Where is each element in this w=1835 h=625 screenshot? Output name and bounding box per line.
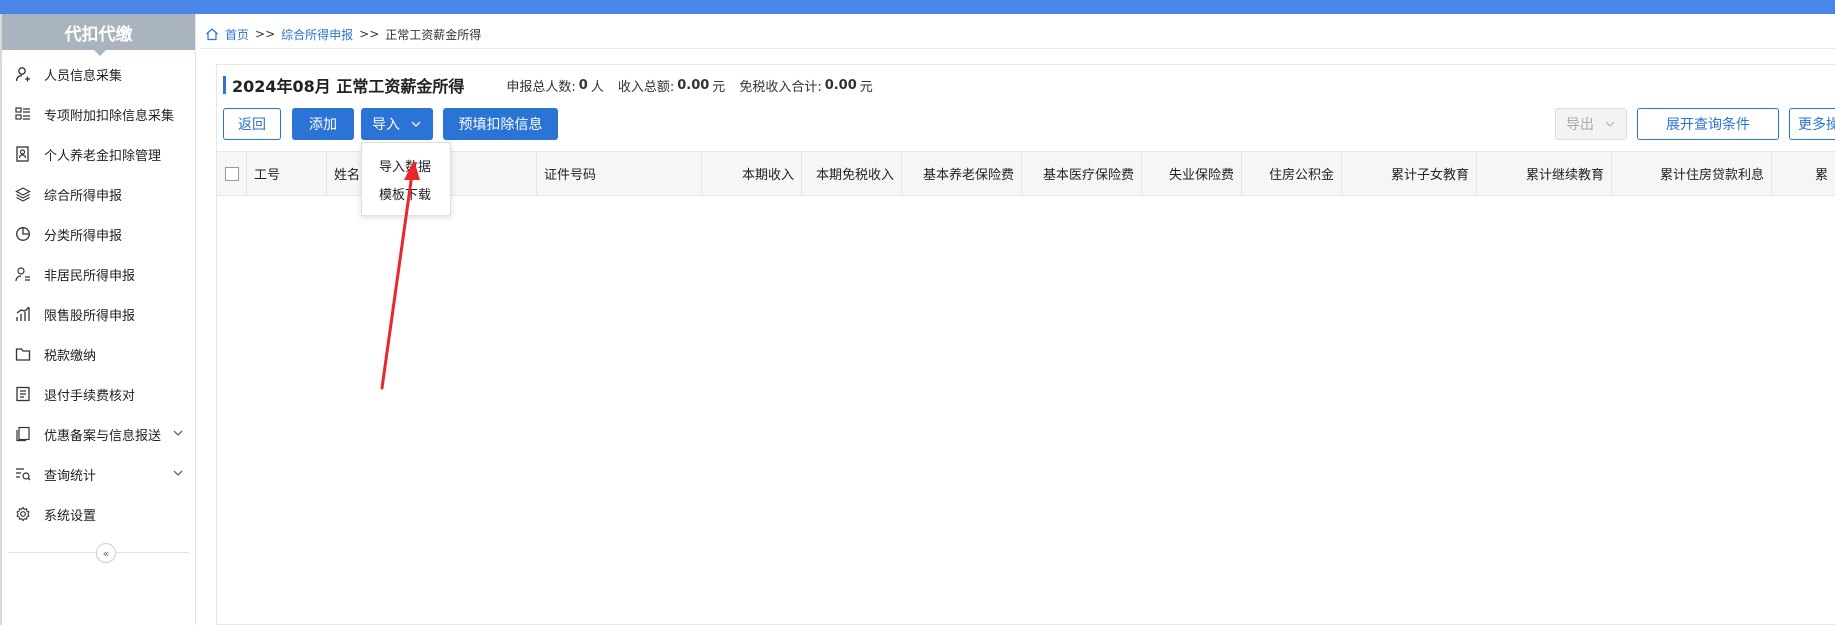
search-list-icon bbox=[14, 465, 32, 483]
add-button[interactable]: 添加 bbox=[292, 108, 354, 140]
document-person-icon bbox=[14, 145, 32, 163]
top-banner bbox=[0, 0, 1835, 14]
page-header: 2024年08月 正常工资薪金所得 申报总人数: 0 人 收入总额: 0.00 … bbox=[223, 74, 873, 96]
sidebar-item-pension[interactable]: 个人养老金扣除管理 bbox=[2, 134, 195, 174]
home-icon[interactable] bbox=[205, 27, 219, 41]
total-people-label: 申报总人数: bbox=[506, 79, 576, 95]
bar-chart-icon bbox=[14, 305, 32, 323]
breadcrumb-divider bbox=[200, 48, 1835, 49]
sidebar-item-restricted-stock[interactable]: 限售股所得申报 bbox=[2, 294, 195, 334]
person-list-icon bbox=[14, 265, 32, 283]
page-title: 2024年08月 正常工资薪金所得 bbox=[232, 77, 465, 96]
sidebar-item-tax-payment[interactable]: 税款缴纳 bbox=[2, 334, 195, 374]
sidebar-item-label: 非居民所得申报 bbox=[44, 268, 136, 284]
sidebar-item-comprehensive[interactable]: 综合所得申报 bbox=[2, 174, 195, 214]
income-total-value: 0.00 bbox=[677, 77, 710, 93]
income-total-unit: 元 bbox=[712, 79, 726, 95]
sidebar-item-label: 优惠备案与信息报送 bbox=[44, 428, 162, 444]
sidebar-item-nonresident[interactable]: 非居民所得申报 bbox=[2, 254, 195, 294]
chevron-down-icon bbox=[173, 470, 183, 476]
column-header[interactable]: 本期免税收入 bbox=[802, 151, 902, 196]
more-actions-button[interactable]: 更多操 bbox=[1789, 108, 1835, 140]
sidebar: 代扣代缴 人员信息采集 专项附加扣除信息采集 个人养老金扣除管理 综合所得申报 … bbox=[0, 14, 196, 625]
sidebar-item-label: 查询统计 bbox=[44, 468, 97, 484]
sidebar-item-special-deduction[interactable]: 专项附加扣除信息采集 bbox=[2, 94, 195, 134]
column-header[interactable]: 工号 bbox=[247, 151, 327, 196]
sidebar-item-label: 退付手续费核对 bbox=[44, 388, 136, 404]
back-button[interactable]: 返回 bbox=[223, 108, 281, 140]
sidebar-item-label: 系统设置 bbox=[44, 508, 97, 524]
column-header[interactable]: 住房公积金 bbox=[1242, 151, 1342, 196]
breadcrumb-separator: >> bbox=[255, 27, 276, 41]
total-people-unit: 人 bbox=[590, 79, 604, 95]
sidebar-item-label: 分类所得申报 bbox=[44, 228, 123, 244]
column-header[interactable]: 累 bbox=[1772, 151, 1835, 196]
sidebar-item-label: 个人养老金扣除管理 bbox=[44, 148, 162, 164]
column-header[interactable]: 证件号码 bbox=[537, 151, 702, 196]
layers-icon bbox=[14, 185, 32, 203]
column-header[interactable]: 累计住房贷款利息 bbox=[1612, 151, 1772, 196]
chevron-down-icon bbox=[173, 430, 183, 436]
folder-icon bbox=[14, 345, 32, 363]
sidebar-title: 代扣代缴 bbox=[2, 14, 195, 56]
main-panel bbox=[216, 64, 1835, 625]
column-header[interactable]: 基本医疗保险费 bbox=[1022, 151, 1142, 196]
list-icon bbox=[14, 105, 32, 123]
sidebar-item-refund-fee[interactable]: 退付手续费核对 bbox=[2, 374, 195, 414]
expand-query-button[interactable]: 展开查询条件 bbox=[1637, 108, 1779, 140]
breadcrumb-separator: >> bbox=[359, 27, 380, 41]
sidebar-item-label: 综合所得申报 bbox=[44, 188, 123, 204]
summary-stats: 申报总人数: 0 人 收入总额: 0.00 元 免税收入合计: 0.00 元 bbox=[506, 76, 872, 95]
chevron-down-icon bbox=[411, 121, 421, 127]
chevron-down-icon bbox=[1605, 121, 1615, 127]
sidebar-item-classified[interactable]: 分类所得申报 bbox=[2, 214, 195, 254]
income-total-label: 收入总额: bbox=[617, 79, 675, 95]
column-header[interactable]: 累计子女教育 bbox=[1342, 151, 1477, 196]
table-header: 工号 姓名 证件类型 证件号码 本期收入 本期免税收入 基本养老保险费 基本医疗… bbox=[217, 151, 1835, 196]
select-all-cell bbox=[217, 151, 247, 196]
sidebar-item-person-info[interactable]: 人员信息采集 bbox=[2, 54, 195, 94]
sidebar-item-label: 税款缴纳 bbox=[44, 348, 97, 364]
annotation-arrow-icon bbox=[380, 160, 420, 390]
sidebar-item-preferential-filing[interactable]: 优惠备案与信息报送 bbox=[2, 414, 195, 454]
import-button-label: 导入 bbox=[372, 117, 400, 133]
exempt-total-value: 0.00 bbox=[824, 77, 857, 93]
receipt-icon bbox=[14, 385, 32, 403]
gear-icon bbox=[14, 505, 32, 523]
select-all-checkbox[interactable] bbox=[224, 166, 239, 181]
import-button[interactable]: 导入 bbox=[361, 108, 433, 140]
column-header[interactable]: 失业保险费 bbox=[1142, 151, 1242, 196]
column-header[interactable]: 本期收入 bbox=[702, 151, 802, 196]
breadcrumb-home[interactable]: 首页 bbox=[225, 26, 249, 43]
pie-icon bbox=[14, 225, 32, 243]
exempt-total-label: 免税收入合计: bbox=[739, 79, 822, 95]
breadcrumb: 首页 >> 综合所得申报 >> 正常工资薪金所得 bbox=[205, 24, 481, 44]
breadcrumb-comprehensive[interactable]: 综合所得申报 bbox=[281, 26, 353, 43]
total-people-value: 0 bbox=[578, 77, 588, 93]
prefill-deduction-button[interactable]: 预填扣除信息 bbox=[443, 108, 558, 140]
title-accent-bar bbox=[223, 76, 226, 94]
sidebar-item-label: 人员信息采集 bbox=[44, 68, 123, 84]
column-header[interactable]: 基本养老保险费 bbox=[902, 151, 1022, 196]
sidebar-item-query-stats[interactable]: 查询统计 bbox=[2, 454, 195, 494]
column-header[interactable]: 累计继续教育 bbox=[1477, 151, 1612, 196]
collapse-sidebar-button[interactable]: « bbox=[96, 543, 116, 563]
sidebar-item-label: 限售股所得申报 bbox=[44, 308, 136, 324]
sidebar-divider: « bbox=[8, 543, 189, 563]
breadcrumb-current: 正常工资薪金所得 bbox=[385, 27, 482, 42]
exempt-total-unit: 元 bbox=[859, 79, 873, 95]
person-icon bbox=[14, 65, 32, 83]
export-button[interactable]: 导出 bbox=[1555, 108, 1627, 140]
export-button-label: 导出 bbox=[1566, 117, 1594, 133]
sidebar-item-settings[interactable]: 系统设置 bbox=[2, 494, 195, 534]
copy-icon bbox=[14, 425, 32, 443]
sidebar-item-label: 专项附加扣除信息采集 bbox=[44, 108, 175, 124]
